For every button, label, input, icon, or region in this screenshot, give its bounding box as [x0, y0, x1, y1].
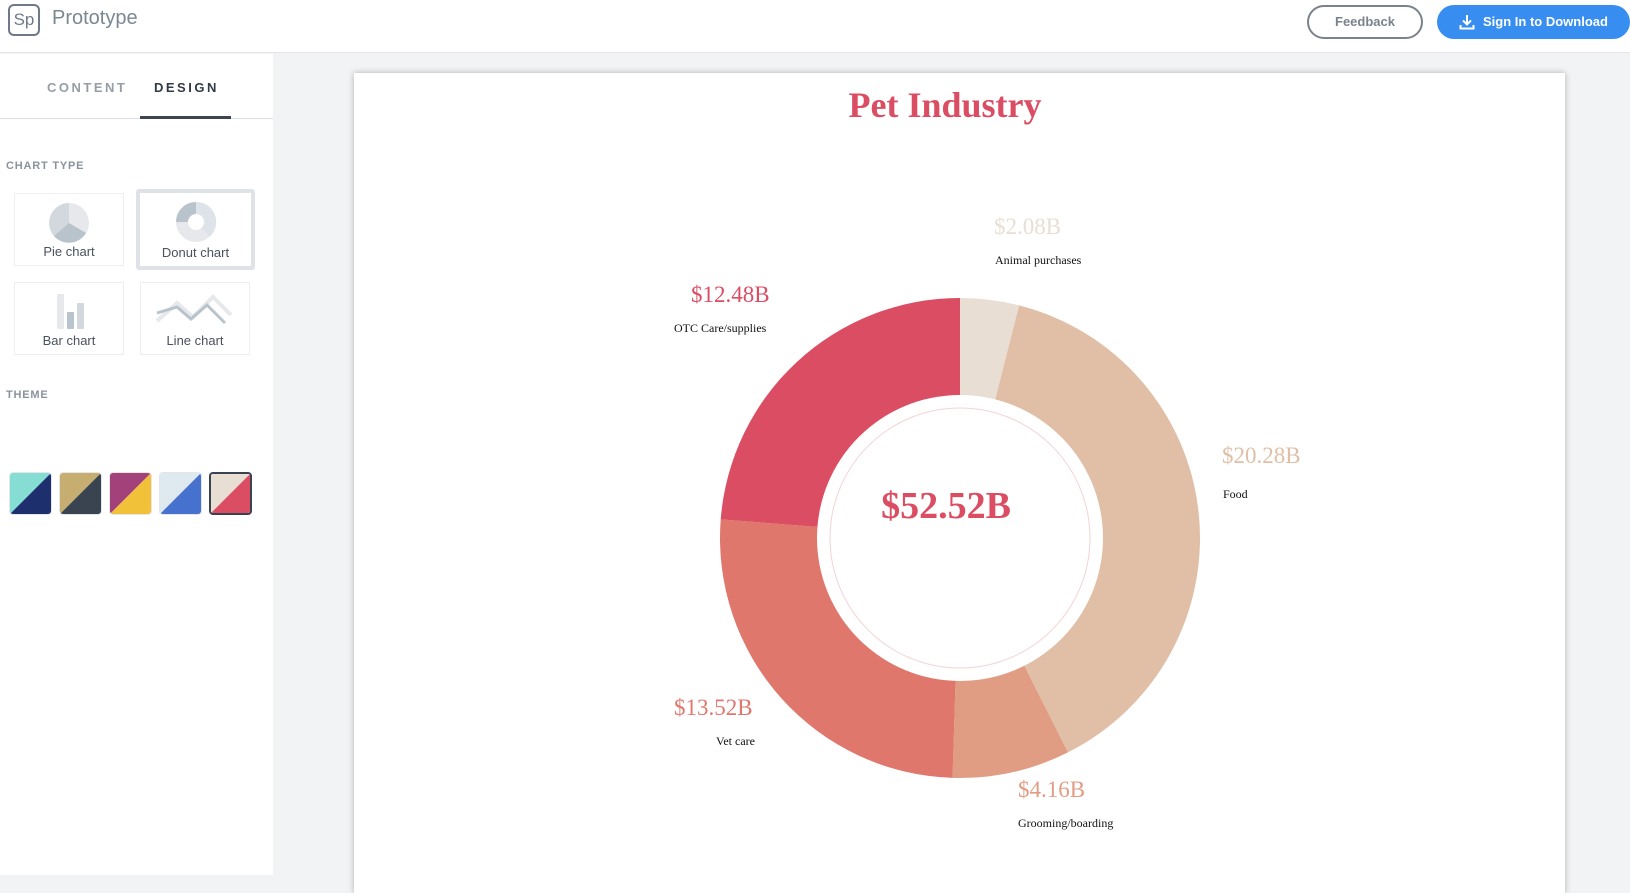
- sidebar: CONTENT DESIGN CHART TYPE Pie chart Donu…: [0, 54, 273, 875]
- chart-type-pie[interactable]: Pie chart: [14, 193, 124, 266]
- theme-heading: THEME: [6, 389, 49, 401]
- chart-type-line[interactable]: Line chart: [140, 282, 250, 355]
- theme-swatch-icon: [10, 473, 51, 514]
- chart-type-bar[interactable]: Bar chart: [14, 282, 124, 355]
- theme-swatch[interactable]: [209, 472, 252, 515]
- top-bar: Sp Prototype Feedback Sign In to Downloa…: [0, 0, 1630, 53]
- sidebar-tabs: CONTENT DESIGN: [0, 54, 273, 119]
- sign-in-to-download-button[interactable]: Sign In to Download: [1437, 5, 1630, 39]
- slice-category-label: Animal purchases: [995, 253, 1082, 267]
- slice-value-label: $12.48B: [691, 282, 770, 307]
- chart-type-label: Donut chart: [161, 245, 230, 260]
- chart-type-label: Bar chart: [42, 333, 96, 348]
- donut-chart-icon: [175, 202, 216, 242]
- tab-content[interactable]: CONTENT: [47, 80, 127, 95]
- feedback-button[interactable]: Feedback: [1307, 5, 1423, 39]
- slice-category-label: Vet care: [716, 734, 755, 748]
- bar-chart-icon: [57, 294, 84, 329]
- chart-type-donut[interactable]: Donut chart: [136, 189, 255, 270]
- download-icon: [1459, 15, 1475, 30]
- sign-in-label: Sign In to Download: [1483, 14, 1608, 29]
- active-tab-indicator: [140, 116, 231, 119]
- donut-hole: [817, 395, 1103, 681]
- theme-swatch-icon: [110, 473, 151, 514]
- app-logo-icon: Sp: [8, 4, 40, 36]
- slice-value-label: $20.28B: [1222, 443, 1301, 468]
- slice-value-label: $2.08B: [994, 214, 1061, 239]
- pie-chart-icon: [49, 203, 89, 243]
- theme-swatch-icon: [60, 473, 101, 514]
- theme-swatch[interactable]: [159, 472, 202, 515]
- theme-swatch[interactable]: [9, 472, 52, 515]
- slice-category-label: Food: [1223, 487, 1248, 501]
- donut-center-total: $52.52B: [881, 485, 1011, 527]
- tab-design[interactable]: DESIGN: [154, 80, 219, 95]
- chart-type-label: Pie chart: [43, 244, 95, 259]
- slice-category-label: Grooming/boarding: [1018, 816, 1113, 830]
- theme-swatch[interactable]: [109, 472, 152, 515]
- slice-value-label: $4.16B: [1018, 777, 1085, 802]
- chart-type-label: Line chart: [166, 333, 224, 348]
- slice-category-label: OTC Care/supplies: [674, 321, 767, 335]
- theme-swatch[interactable]: [59, 472, 102, 515]
- line-chart-icon: [155, 294, 233, 325]
- slice-value-label: $13.52B: [674, 695, 753, 720]
- chart-type-heading: CHART TYPE: [6, 160, 85, 172]
- app-title: Prototype: [52, 7, 138, 29]
- theme-swatch-icon: [211, 474, 250, 513]
- chart-title: Pet Industry: [848, 85, 1041, 125]
- theme-swatch-icon: [160, 473, 201, 514]
